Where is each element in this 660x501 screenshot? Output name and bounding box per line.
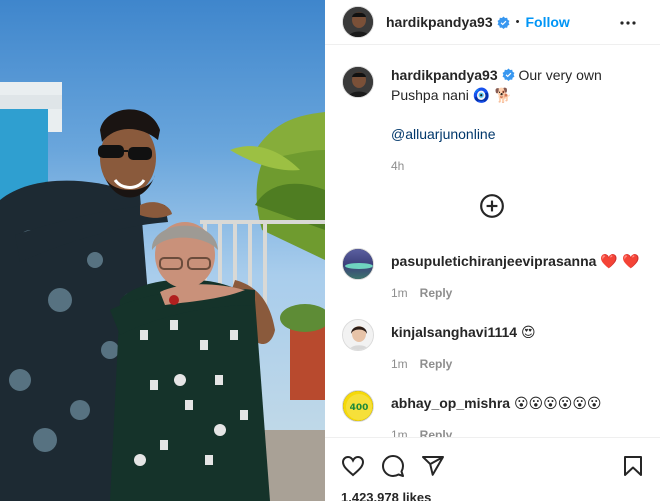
plus-circle-icon[interactable] <box>479 193 505 219</box>
reply-button[interactable]: Reply <box>420 428 453 437</box>
comment-text-row: abhay_op_mishra 😮😮😮😮😮😮 <box>391 394 641 413</box>
comment-meta: 1m Reply <box>391 357 641 371</box>
share-icon[interactable] <box>421 454 445 478</box>
post-image <box>0 82 325 501</box>
comment-avatar[interactable] <box>342 248 374 280</box>
comment-avatar[interactable]: 400 <box>342 390 374 422</box>
caption-mention-link[interactable]: @alluarjunonline <box>391 124 496 144</box>
verified-badge-icon <box>497 16 510 29</box>
follow-button[interactable]: Follow <box>525 14 569 30</box>
caption-username[interactable]: hardikpandya93 <box>391 67 498 83</box>
comment-body: kinjalsanghavi1114 😍 1m Reply <box>391 319 641 371</box>
comments-scroll-area[interactable]: hardikpandya93 Our very own Pushpa nani … <box>325 46 660 437</box>
comment-text: 😍 <box>520 325 536 341</box>
comment-username[interactable]: kinjalsanghavi1114 <box>391 324 517 340</box>
comment-meta: 1m Reply <box>391 428 641 437</box>
comment-item: kinjalsanghavi1114 😍 1m Reply <box>342 319 652 371</box>
comment-timestamp[interactable]: 1m <box>391 428 408 437</box>
avatar[interactable] <box>342 6 374 38</box>
comment-username[interactable]: pasupuletichiranjeeviprasanna <box>391 253 596 269</box>
post-header: hardikpandya93 • Follow <box>325 0 660 45</box>
comment-text-row: pasupuletichiranjeeviprasanna ❤️ ❤️ <box>391 252 641 271</box>
comment-text: ❤️ ❤️ <box>600 254 640 270</box>
comment-body: abhay_op_mishra 😮😮😮😮😮😮 1m Reply <box>391 390 641 437</box>
reply-button[interactable]: Reply <box>420 357 453 371</box>
post-sidebar: hardikpandya93 • Follow hardikpandya93 O… <box>325 0 660 501</box>
caption-timestamp[interactable]: 4h <box>391 156 641 176</box>
separator-dot: • <box>515 16 520 28</box>
comment-item: 400 abhay_op_mishra 😮😮😮😮😮😮 1m Reply <box>342 390 652 437</box>
post-caption: hardikpandya93 Our very own Pushpa nani … <box>342 65 642 176</box>
caption-emojis: 🧿 🐕 <box>472 88 513 104</box>
likes-count[interactable]: 1,423,978 likes <box>341 490 431 501</box>
caption-avatar[interactable] <box>342 66 374 98</box>
comment-text: 😮😮😮😮😮😮 <box>513 396 602 412</box>
comment-timestamp[interactable]: 1m <box>391 357 408 371</box>
post-photo[interactable] <box>0 0 325 501</box>
heart-icon[interactable] <box>341 454 365 478</box>
comment-timestamp[interactable]: 1m <box>391 286 408 300</box>
comment-meta: 1m Reply <box>391 286 641 300</box>
more-horizontal-icon[interactable] <box>616 11 640 35</box>
comment-avatar[interactable] <box>342 319 374 351</box>
verified-badge-icon <box>502 68 515 81</box>
caption-body: hardikpandya93 Our very own Pushpa nani … <box>391 65 641 176</box>
comment-item: pasupuletichiranjeeviprasanna ❤️ ❤️ 1m Re… <box>342 248 652 300</box>
post-author-username[interactable]: hardikpandya93 <box>386 14 493 30</box>
comment-body: pasupuletichiranjeeviprasanna ❤️ ❤️ 1m Re… <box>391 248 641 300</box>
bookmark-icon[interactable] <box>621 454 645 478</box>
comment-text-row: kinjalsanghavi1114 😍 <box>391 323 641 342</box>
reply-button[interactable]: Reply <box>420 286 453 300</box>
comment-username[interactable]: abhay_op_mishra <box>391 395 510 411</box>
svg-text:400: 400 <box>350 403 369 413</box>
comment-icon[interactable] <box>381 454 405 478</box>
